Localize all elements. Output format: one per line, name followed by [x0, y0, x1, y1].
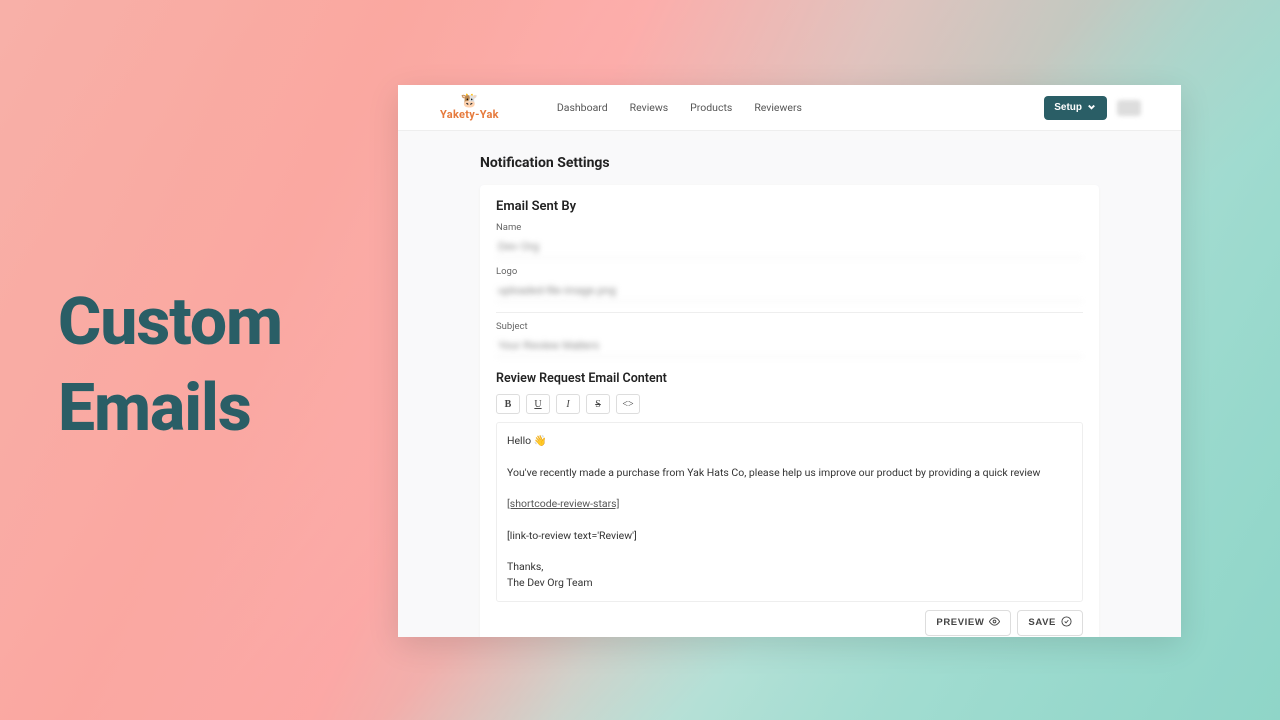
hero-line-2: Emails [58, 366, 282, 452]
top-bar: 🐮 Yakety-Yak Dashboard Reviews Products … [398, 85, 1181, 131]
action-row: PREVIEW SAVE [496, 610, 1083, 636]
editor-thanks: Thanks, [507, 559, 1072, 575]
nav-reviews[interactable]: Reviews [630, 101, 669, 114]
brand-logo[interactable]: 🐮 Yakety-Yak [440, 94, 499, 121]
page-title: Notification Settings [480, 155, 1099, 171]
subject-label: Subject [496, 321, 1083, 332]
logo-input[interactable] [496, 281, 1083, 302]
page-content: Notification Settings Email Sent By Name… [398, 131, 1181, 637]
main-nav: Dashboard Reviews Products Reviewers [557, 101, 802, 114]
sent-by-heading: Email Sent By [496, 199, 1083, 214]
nav-dashboard[interactable]: Dashboard [557, 101, 608, 114]
preview-label: PREVIEW [936, 617, 984, 628]
nav-products[interactable]: Products [690, 101, 732, 114]
editor-greeting: Hello 👋 [507, 433, 1072, 449]
settings-card: Email Sent By Name Logo Subject Review R… [480, 185, 1099, 637]
editor-line1: You've recently made a purchase from Yak… [507, 465, 1072, 481]
check-circle-icon [1061, 616, 1072, 630]
hero-caption: Custom Emails [58, 280, 282, 452]
eye-icon [989, 616, 1000, 630]
hero-line-1: Custom [58, 280, 282, 366]
email-body-editor[interactable]: Hello 👋 You've recently made a purchase … [496, 422, 1083, 602]
strike-button[interactable]: S [586, 394, 610, 414]
nav-reviewers[interactable]: Reviewers [754, 101, 802, 114]
preview-button[interactable]: PREVIEW [925, 610, 1011, 636]
editor-toolbar: B U I S <> [496, 394, 1083, 414]
divider [496, 312, 1083, 313]
editor-shortcode: [shortcode-review-stars] [507, 496, 1072, 512]
logo-label: Logo [496, 266, 1083, 277]
app-window: 🐮 Yakety-Yak Dashboard Reviews Products … [398, 85, 1181, 637]
chevron-down-icon [1086, 101, 1097, 115]
avatar[interactable] [1117, 100, 1141, 116]
bold-button[interactable]: B [496, 394, 520, 414]
setup-label: Setup [1054, 102, 1082, 113]
setup-button[interactable]: Setup [1044, 96, 1107, 120]
code-button[interactable]: <> [616, 394, 640, 414]
italic-button[interactable]: I [556, 394, 580, 414]
subject-input[interactable] [496, 336, 1083, 357]
save-button[interactable]: SAVE [1017, 610, 1083, 636]
name-input[interactable] [496, 237, 1083, 258]
content-heading: Review Request Email Content [496, 371, 1083, 386]
editor-link: [link-to-review text='Review'] [507, 528, 1072, 544]
editor-signoff: The Dev Org Team [507, 575, 1072, 591]
brand-name: Yakety-Yak [440, 108, 499, 121]
name-label: Name [496, 222, 1083, 233]
save-label: SAVE [1028, 617, 1056, 628]
underline-button[interactable]: U [526, 394, 550, 414]
yak-icon: 🐮 [461, 94, 478, 108]
